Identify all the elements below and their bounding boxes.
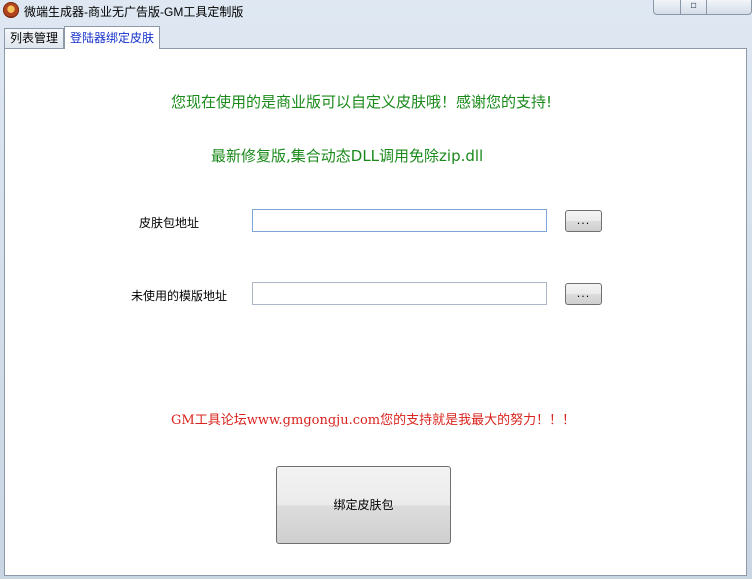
window-controls: ▫ [653,0,752,16]
window-title: 微端生成器-商业无广告版-GM工具定制版 [24,5,244,19]
template-path-browse-button[interactable]: ... [565,283,602,305]
fix-version-message: 最新修复版,集合动态DLL调用免除zip.dll [211,147,484,165]
tab-launcher-skin-binding[interactable]: 登陆器绑定皮肤 [64,26,160,49]
tab-strip: 列表管理 登陆器绑定皮肤 [2,26,750,49]
title-bar[interactable]: 微端生成器-商业无广告版-GM工具定制版 ▫ [0,0,752,22]
skin-path-browse-button[interactable]: ... [565,210,602,232]
forum-support-message: GM工具论坛www.gmgongju.com您的支持就是我最大的努力！！！ [171,413,576,428]
template-path-input[interactable] [252,282,547,305]
close-button[interactable] [707,0,752,15]
skin-path-input[interactable] [252,209,547,232]
minimize-button[interactable] [653,0,681,15]
template-path-label: 未使用的模版地址 [131,289,228,303]
tab-panel-skin-binding: 您现在使用的是商业版可以自定义皮肤哦！感谢您的支持! 最新修复版,集合动态DLL… [4,48,747,576]
app-logo-icon [3,2,19,18]
commercial-version-message: 您现在使用的是商业版可以自定义皮肤哦！感谢您的支持! [171,93,553,111]
maximize-button[interactable]: ▫ [681,0,707,15]
main-window: 微端生成器-商业无广告版-GM工具定制版 ▫ 列表管理 登陆器绑定皮肤 您现在使… [0,0,752,579]
bind-skin-button[interactable]: 绑定皮肤包 [276,466,451,544]
skin-path-label: 皮肤包地址 [139,216,200,230]
tab-list-management[interactable]: 列表管理 [4,28,64,48]
maximize-icon: ▫ [690,0,697,11]
